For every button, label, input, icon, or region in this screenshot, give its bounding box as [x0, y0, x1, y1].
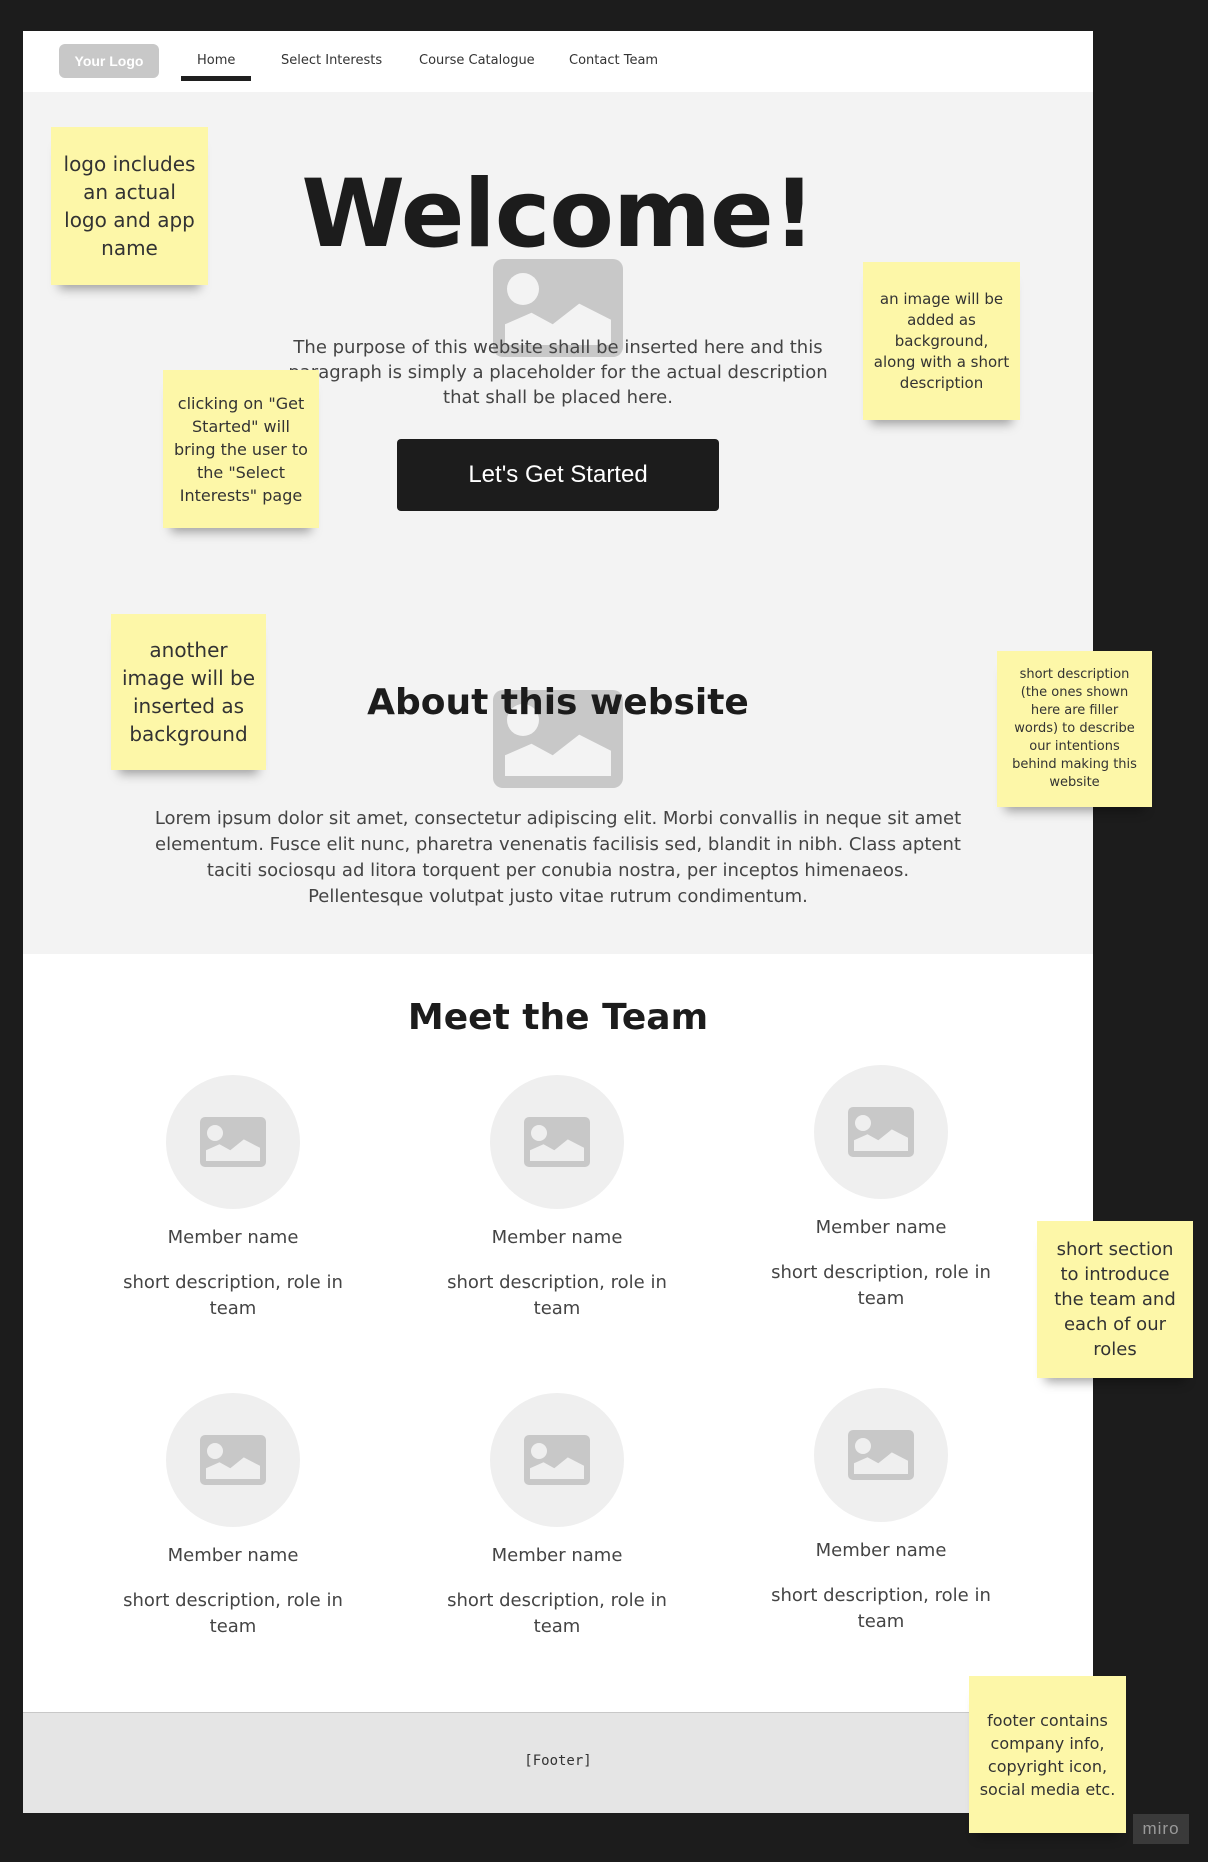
member-name: Member name — [491, 1545, 623, 1566]
logo[interactable]: Your Logo — [59, 44, 159, 78]
image-placeholder-icon — [524, 1435, 590, 1485]
sticky-note-get-started[interactable]: clicking on "Get Started" will bring the… — [163, 370, 319, 528]
member-role: short description, role in team — [123, 1272, 343, 1319]
sticky-note-hero-image[interactable]: an image will be added as background, al… — [863, 262, 1020, 420]
avatar — [490, 1075, 624, 1209]
team-member-card: Member name short description, role in t… — [437, 1393, 677, 1640]
sticky-note-logo[interactable]: logo includes an actual logo and app nam… — [51, 127, 208, 285]
member-name: Member name — [167, 1545, 299, 1566]
footer: [Footer] — [23, 1712, 1093, 1813]
team-member-card: Member name short description, role in t… — [761, 1065, 1001, 1312]
member-name: Member name — [491, 1227, 623, 1248]
team-member-card: Member name short description, role in t… — [437, 1075, 677, 1322]
image-placeholder-icon — [524, 1117, 590, 1167]
avatar — [814, 1388, 948, 1522]
sticky-note-footer[interactable]: footer contains company info, copyright … — [969, 1676, 1126, 1833]
team-title: Meet the Team — [407, 997, 709, 1038]
nav-home[interactable]: Home — [180, 53, 252, 81]
sticky-note-about-description[interactable]: short description (the ones shown here a… — [997, 651, 1152, 807]
sticky-note-team[interactable]: short section to introduce the team and … — [1037, 1221, 1193, 1378]
member-role: short description, role in team — [447, 1272, 667, 1319]
avatar — [166, 1075, 300, 1209]
avatar — [166, 1393, 300, 1527]
image-placeholder-icon — [200, 1435, 266, 1485]
miro-watermark: miro — [1133, 1814, 1189, 1844]
nav-contact-team[interactable]: Contact Team — [569, 53, 658, 68]
footer-text: [Footer] — [524, 1753, 592, 1769]
avatar — [490, 1393, 624, 1527]
team-member-card: Member name short description, role in t… — [113, 1075, 353, 1322]
top-navbar: Your Logo Home Select Interests Course C… — [23, 31, 1093, 92]
team-member-card: Member name short description, role in t… — [761, 1388, 1001, 1635]
member-name: Member name — [815, 1540, 947, 1561]
sticky-note-about-image[interactable]: another image will be inserted as backgr… — [111, 614, 266, 770]
member-role: short description, role in team — [123, 1590, 343, 1637]
team-member-card: Member name short description, role in t… — [113, 1393, 353, 1640]
about-description: Lorem ipsum dolor sit amet, consectetur … — [154, 808, 962, 907]
nav-course-catalogue[interactable]: Course Catalogue — [419, 53, 535, 68]
nav-select-interests[interactable]: Select Interests — [281, 53, 382, 68]
image-placeholder-icon — [848, 1107, 914, 1157]
hero-description: The purpose of this website shall be ins… — [288, 337, 828, 408]
avatar — [814, 1065, 948, 1199]
member-role: short description, role in team — [771, 1262, 991, 1309]
member-name: Member name — [815, 1217, 947, 1238]
image-placeholder-icon — [848, 1430, 914, 1480]
image-placeholder-icon — [200, 1117, 266, 1167]
member-role: short description, role in team — [447, 1590, 667, 1637]
get-started-button[interactable]: Let's Get Started — [397, 439, 719, 511]
member-name: Member name — [167, 1227, 299, 1248]
member-role: short description, role in team — [771, 1585, 991, 1632]
